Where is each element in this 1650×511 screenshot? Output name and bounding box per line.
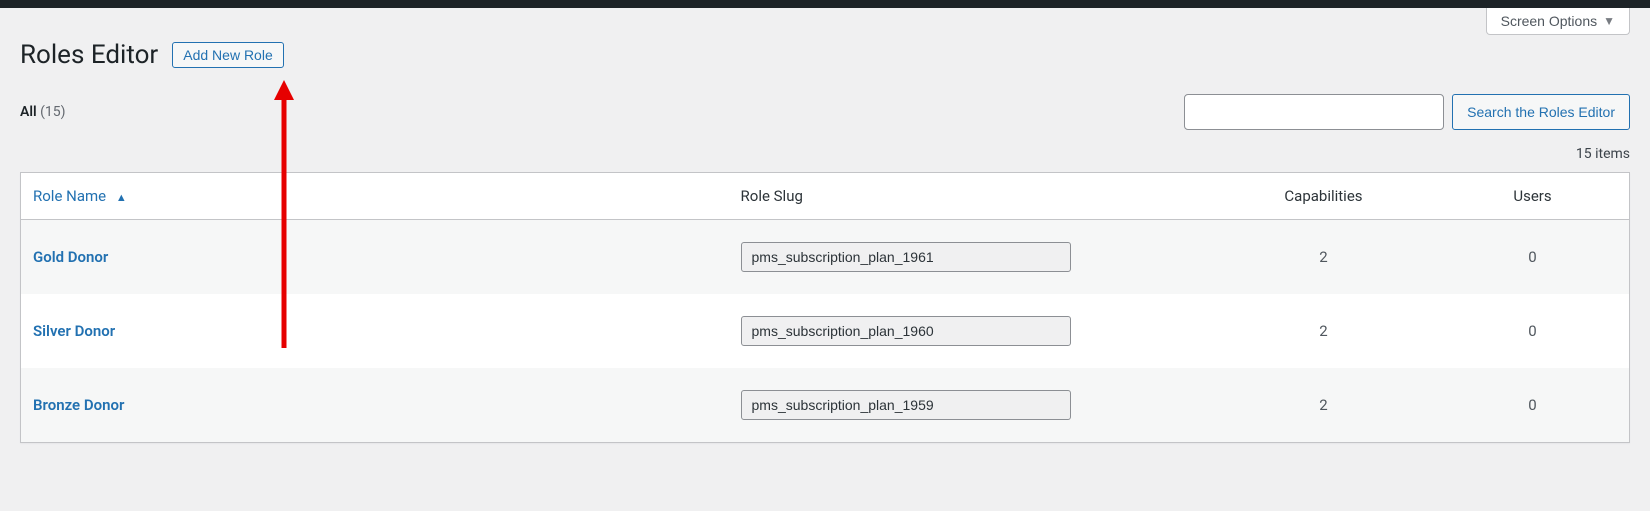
role-capabilities-cell: 2 [1211,368,1436,442]
search-input[interactable] [1184,94,1444,130]
role-name-link[interactable]: Bronze Donor [33,396,124,414]
table-row: Bronze Donor 2 0 [21,368,1629,442]
tablenav-top: 15 items [20,146,1630,172]
table-row: Silver Donor 2 0 [21,294,1629,368]
screen-options-button[interactable]: Screen Options ▼ [1486,8,1630,35]
add-new-role-button[interactable]: Add New Role [172,42,284,68]
screen-options-label: Screen Options [1501,13,1598,29]
role-name-link[interactable]: Silver Donor [33,322,115,340]
column-header-capabilities: Capabilities [1211,173,1436,220]
column-header-users: Users [1436,173,1629,220]
role-name-link[interactable]: Gold Donor [33,248,108,266]
items-count: 15 items [1576,146,1630,162]
search-button[interactable]: Search the Roles Editor [1452,94,1630,130]
role-capabilities-cell: 2 [1211,220,1436,294]
column-header-role-name[interactable]: Role Name ▲ [21,173,729,220]
search-box: Search the Roles Editor [1184,94,1630,130]
role-capabilities-cell: 2 [1211,294,1436,368]
filter-all-link[interactable]: All [20,104,37,120]
role-slug-input[interactable] [741,390,1071,420]
screen-options-wrap: Screen Options ▼ [1486,8,1630,35]
filter-links: All (15) [20,104,66,120]
role-users-cell: 0 [1436,294,1629,368]
page-header: Roles Editor Add New Role [20,18,1630,70]
chevron-down-icon: ▼ [1603,14,1615,28]
sort-asc-icon: ▲ [116,191,127,204]
page-wrap: Screen Options ▼ Roles Editor Add New Ro… [0,8,1650,443]
table-row: Gold Donor 2 0 [21,220,1629,294]
page-title: Roles Editor [20,40,158,70]
table-header-row: Role Name ▲ Role Slug Capabilities Users [21,173,1629,220]
role-users-cell: 0 [1436,368,1629,442]
admin-top-bar [0,0,1650,8]
column-header-role-name-label: Role Name [33,187,106,205]
role-slug-input[interactable] [741,242,1071,272]
column-header-role-slug: Role Slug [729,173,1211,220]
filter-row: All (15) Search the Roles Editor [20,94,1630,130]
roles-table: Role Name ▲ Role Slug Capabilities Users… [20,172,1630,443]
role-slug-input[interactable] [741,316,1071,346]
role-users-cell: 0 [1436,220,1629,294]
filter-all-count: (15) [40,104,65,120]
